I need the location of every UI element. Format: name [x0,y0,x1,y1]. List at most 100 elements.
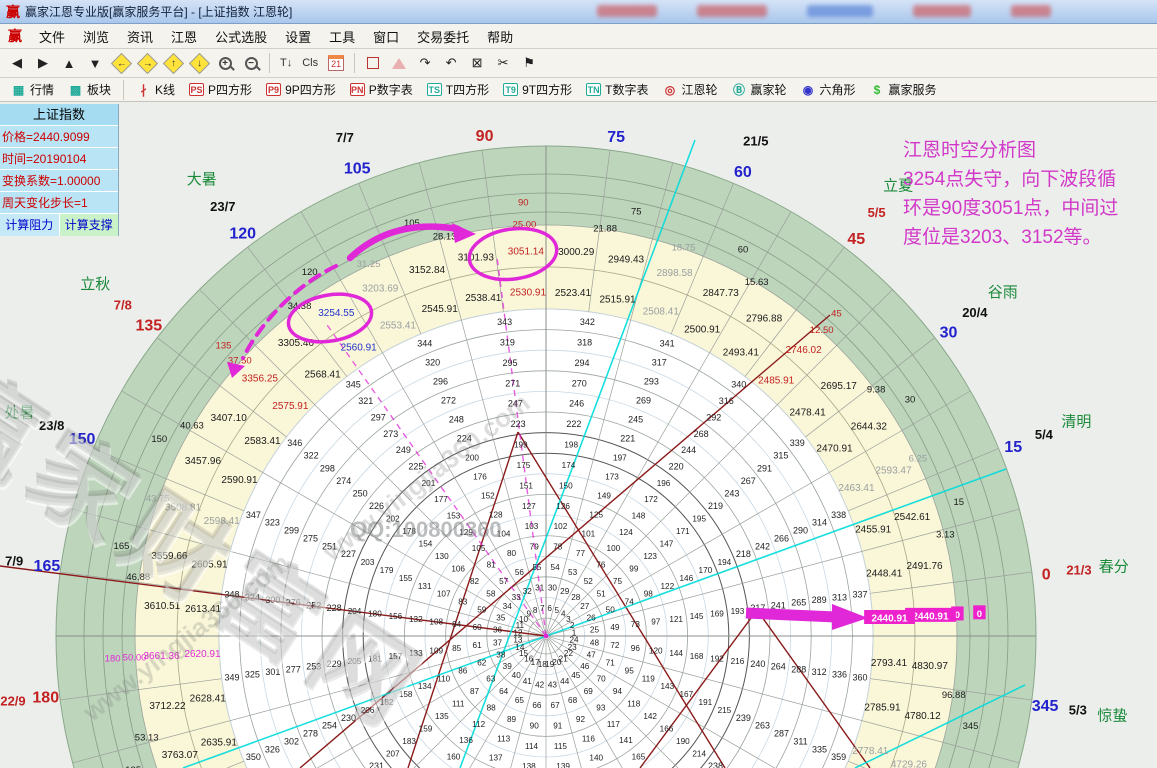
zoom-in-button[interactable]: + [213,52,237,74]
view-9t-square[interactable]: T99T四方形 [496,79,579,100]
svg-text:108: 108 [429,618,443,627]
rotate-ccw-button[interactable]: ↶ [439,52,463,74]
svg-text:89: 89 [507,715,517,724]
svg-text:177: 177 [434,495,448,504]
svg-text:60: 60 [738,244,749,255]
svg-text:3: 3 [566,615,571,624]
delete-box-button[interactable]: ⊠ [465,52,489,74]
svg-text:340: 340 [731,380,746,390]
shift-down-button[interactable]: ↓ [187,52,211,74]
svg-text:53.13: 53.13 [135,732,159,743]
svg-text:345: 345 [346,380,361,390]
svg-text:268: 268 [694,429,709,439]
svg-text:2620.91: 2620.91 [184,649,221,660]
toolbar-views: ▦行情▩板块 ∤K线PSP四方形P99P四方形PNP数字表TST四方形T99T四方… [0,78,1157,102]
svg-text:297: 297 [371,412,386,422]
draw-triangle-button[interactable] [387,52,411,74]
menu-6[interactable]: 工具 [320,25,364,48]
shift-right-button[interactable]: → [135,52,159,74]
menu-2[interactable]: 资讯 [118,25,162,48]
info-row-2: 变换系数=1.00000 [0,170,118,192]
shift-left-button[interactable]: ← [109,52,133,74]
menu-5[interactable]: 设置 [276,25,320,48]
zoom-out-button[interactable]: − [239,52,263,74]
view-sectors[interactable]: ▩板块 [61,79,118,100]
draw-square-button[interactable] [361,52,385,74]
svg-text:27: 27 [580,602,590,611]
view-t-table[interactable]: TNT数字表 [579,79,655,100]
svg-text:3000.29: 3000.29 [558,247,595,258]
svg-text:174: 174 [562,461,576,470]
view-p-table[interactable]: PNP数字表 [343,79,420,100]
menu-7[interactable]: 窗口 [364,25,408,48]
svg-text:249: 249 [396,445,411,455]
view-hexagon[interactable]: ◉六角形 [794,79,863,100]
svg-text:43: 43 [548,680,558,689]
view-quotes[interactable]: ▦行情 [4,79,61,100]
view-9p-square[interactable]: P99P四方形 [259,79,343,100]
svg-text:2478.41: 2478.41 [790,408,827,419]
svg-text:166: 166 [660,724,674,733]
svg-text:0: 0 [977,609,982,620]
svg-text:3407.10: 3407.10 [211,413,248,424]
svg-text:4: 4 [561,610,566,619]
svg-text:2793.41: 2793.41 [871,658,908,669]
svg-text:246: 246 [569,399,584,409]
svg-text:惊蛰: 惊蛰 [1097,708,1127,725]
t-down-button[interactable]: T↓ [276,52,296,74]
svg-text:149: 149 [597,492,611,501]
svg-text:179: 179 [380,566,394,575]
svg-text:大暑: 大暑 [187,171,217,188]
svg-text:152: 152 [481,492,495,501]
nav-up-button[interactable]: ▲ [57,52,81,74]
view-kline[interactable]: ∤K线 [129,79,182,100]
nav-forward-button[interactable]: ▶ [31,52,55,74]
svg-text:207: 207 [386,750,400,759]
svg-text:4830.97: 4830.97 [912,661,949,672]
svg-text:2605.91: 2605.91 [191,559,228,570]
view-p-square[interactable]: PSP四方形 [182,79,259,100]
svg-text:66: 66 [532,701,542,710]
menu-0[interactable]: 文件 [30,25,74,48]
svg-text:360: 360 [852,672,867,682]
menu-1[interactable]: 浏览 [74,25,118,48]
menu-8[interactable]: 交易委托 [408,25,478,48]
menu-4[interactable]: 公式选股 [206,25,276,48]
nav-back-button[interactable]: ◀ [5,52,29,74]
svg-text:349: 349 [224,672,239,682]
svg-text:春分: 春分 [1099,558,1129,575]
svg-text:326: 326 [265,744,280,754]
svg-text:2463.41: 2463.41 [838,483,875,494]
svg-text:176: 176 [473,473,487,482]
rotate-cw-button[interactable]: ↷ [413,52,437,74]
cut-button[interactable]: ✂ [491,52,515,74]
svg-text:158: 158 [399,690,413,699]
calc-support-button[interactable]: 计算支撑 [60,214,119,236]
menu-3[interactable]: 江恩 [162,25,206,48]
svg-text:266: 266 [774,533,789,543]
shift-up-button[interactable]: ↑ [161,52,185,74]
calendar-button[interactable]: 21 [324,52,348,74]
clear-button[interactable]: Cls [298,52,322,74]
view-winner-wheel[interactable]: Ⓑ赢家轮 [724,79,793,100]
calc-resistance-button[interactable]: 计算阻力 [0,214,60,236]
menu-bar: 赢 文件浏览资讯江恩公式选股设置工具窗口交易委托帮助 [0,24,1157,49]
view-gann-wheel[interactable]: ◎江恩轮 [655,79,724,100]
svg-text:117: 117 [607,720,620,729]
svg-text:133: 133 [409,649,423,658]
svg-text:119: 119 [642,674,655,683]
svg-text:61: 61 [473,641,483,650]
svg-text:269: 269 [636,396,651,406]
menu-9[interactable]: 帮助 [478,25,522,48]
svg-text:26: 26 [587,613,597,622]
svg-text:312: 312 [812,667,827,677]
svg-text:88: 88 [487,703,497,712]
view-winner-service[interactable]: $赢家服务 [863,79,944,100]
view-t-square[interactable]: TST四方形 [420,79,496,100]
nav-down-button[interactable]: ▼ [83,52,107,74]
svg-text:15: 15 [953,497,964,508]
svg-text:341: 341 [660,338,675,348]
svg-text:183: 183 [402,737,416,746]
svg-text:3254.55: 3254.55 [318,308,355,319]
flag-button[interactable]: ⚑ [517,52,541,74]
